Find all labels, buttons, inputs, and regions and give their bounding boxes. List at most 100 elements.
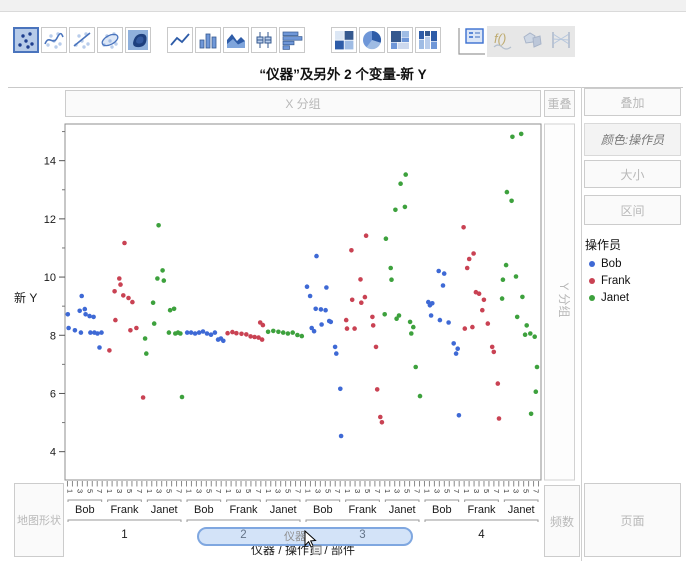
data-point[interactable] (359, 300, 364, 305)
operator-tick-label[interactable]: Bob (194, 504, 214, 516)
data-point[interactable] (83, 312, 88, 317)
zone-x-group[interactable]: X 分组 (65, 90, 541, 117)
data-point[interactable] (327, 319, 332, 324)
data-point[interactable] (474, 290, 479, 295)
instrument-tick-label[interactable]: 1 (121, 529, 127, 541)
operator-tick-label[interactable]: Frank (110, 504, 139, 516)
data-point[interactable] (221, 339, 226, 344)
data-point[interactable] (364, 233, 369, 238)
data-point[interactable] (349, 248, 354, 253)
data-point[interactable] (276, 330, 281, 335)
data-point[interactable] (77, 309, 82, 314)
data-point[interactable] (339, 434, 344, 439)
data-point[interactable] (490, 345, 495, 350)
data-point[interactable] (393, 208, 398, 213)
data-point[interactable] (95, 331, 100, 336)
data-point[interactable] (99, 330, 104, 335)
data-point[interactable] (446, 320, 451, 325)
data-point[interactable] (107, 348, 112, 353)
data-point[interactable] (403, 205, 408, 210)
data-point[interactable] (409, 331, 414, 336)
data-point[interactable] (467, 257, 472, 262)
operator-tick-label[interactable]: Frank (467, 504, 496, 516)
data-point[interactable] (314, 254, 319, 259)
legend-item-janet[interactable]: Janet (589, 292, 629, 304)
legend-item-bob[interactable]: Bob (589, 258, 621, 270)
operator-tick-label[interactable]: Janet (270, 504, 297, 516)
data-point[interactable] (156, 223, 161, 228)
data-point[interactable] (426, 300, 431, 305)
toolbar-icon-treemap[interactable] (387, 27, 413, 53)
data-point[interactable] (248, 334, 253, 339)
operator-tick-label[interactable]: Janet (508, 504, 535, 516)
plot-frame[interactable] (65, 124, 541, 480)
data-point[interactable] (122, 241, 127, 246)
data-point[interactable] (345, 326, 350, 331)
data-point[interactable] (520, 295, 525, 300)
data-point[interactable] (79, 330, 84, 335)
toolbar-icon-heatmap[interactable] (331, 27, 357, 53)
operator-tick-label[interactable]: Frank (229, 504, 258, 516)
instrument-tick-label[interactable]: 3 (359, 529, 365, 541)
data-point[interactable] (239, 332, 244, 337)
data-point[interactable] (534, 389, 539, 394)
data-point[interactable] (286, 331, 291, 336)
data-point[interactable] (234, 331, 239, 336)
data-point[interactable] (324, 285, 329, 290)
data-point[interactable] (408, 320, 413, 325)
data-point[interactable] (290, 330, 295, 335)
data-point[interactable] (117, 276, 122, 281)
data-point[interactable] (266, 330, 271, 335)
toolbar-icon-points[interactable] (13, 27, 39, 53)
operator-tick-label[interactable]: Janet (389, 504, 416, 516)
data-point[interactable] (134, 326, 139, 331)
data-point[interactable] (352, 326, 357, 331)
data-point[interactable] (344, 318, 349, 323)
data-point[interactable] (492, 350, 497, 355)
toolbar-icon-pie[interactable] (359, 27, 385, 53)
operator-tick-label[interactable]: Frank (348, 504, 377, 516)
data-point[interactable] (213, 330, 218, 335)
data-point[interactable] (168, 308, 173, 313)
data-point[interactable] (216, 337, 221, 342)
data-point[interactable] (118, 282, 123, 287)
data-point[interactable] (176, 330, 181, 335)
data-point[interactable] (144, 351, 149, 356)
data-point[interactable] (225, 331, 230, 336)
toolbar-icon-mosaic[interactable] (415, 27, 441, 53)
data-point[interactable] (371, 323, 376, 328)
data-point[interactable] (358, 277, 363, 282)
data-point[interactable] (308, 294, 313, 299)
data-point[interactable] (128, 328, 133, 333)
data-point[interactable] (180, 395, 185, 400)
data-point[interactable] (363, 295, 368, 300)
data-point[interactable] (143, 336, 148, 341)
data-point[interactable] (201, 329, 206, 334)
data-point[interactable] (428, 303, 433, 308)
data-point[interactable] (256, 335, 261, 340)
data-point[interactable] (375, 387, 380, 392)
operator-tick-label[interactable]: Bob (432, 504, 452, 516)
data-point[interactable] (185, 330, 190, 335)
data-point[interactable] (141, 395, 146, 400)
toolbar-icon-line-of-fit[interactable] (69, 27, 95, 53)
data-point[interactable] (350, 298, 355, 303)
operator-tick-label[interactable]: Janet (151, 504, 178, 516)
data-point[interactable] (528, 331, 533, 336)
zone-interval[interactable]: 区间 (584, 195, 681, 225)
toolbar-icon-caption-box[interactable] (457, 26, 487, 57)
data-point[interactable] (463, 326, 468, 331)
data-point[interactable] (388, 266, 393, 271)
data-point[interactable] (394, 316, 399, 321)
data-point[interactable] (338, 387, 343, 392)
data-point[interactable] (532, 334, 537, 339)
data-point[interactable] (411, 325, 416, 330)
data-point[interactable] (178, 331, 183, 336)
toolbar-icon-smoother[interactable] (41, 27, 67, 53)
data-point[interactable] (482, 298, 487, 303)
data-point[interactable] (436, 269, 441, 274)
data-point[interactable] (66, 312, 71, 317)
data-point[interactable] (382, 312, 387, 317)
data-point[interactable] (83, 307, 88, 312)
zone-map-shape[interactable]: 地图形状 (14, 483, 64, 557)
